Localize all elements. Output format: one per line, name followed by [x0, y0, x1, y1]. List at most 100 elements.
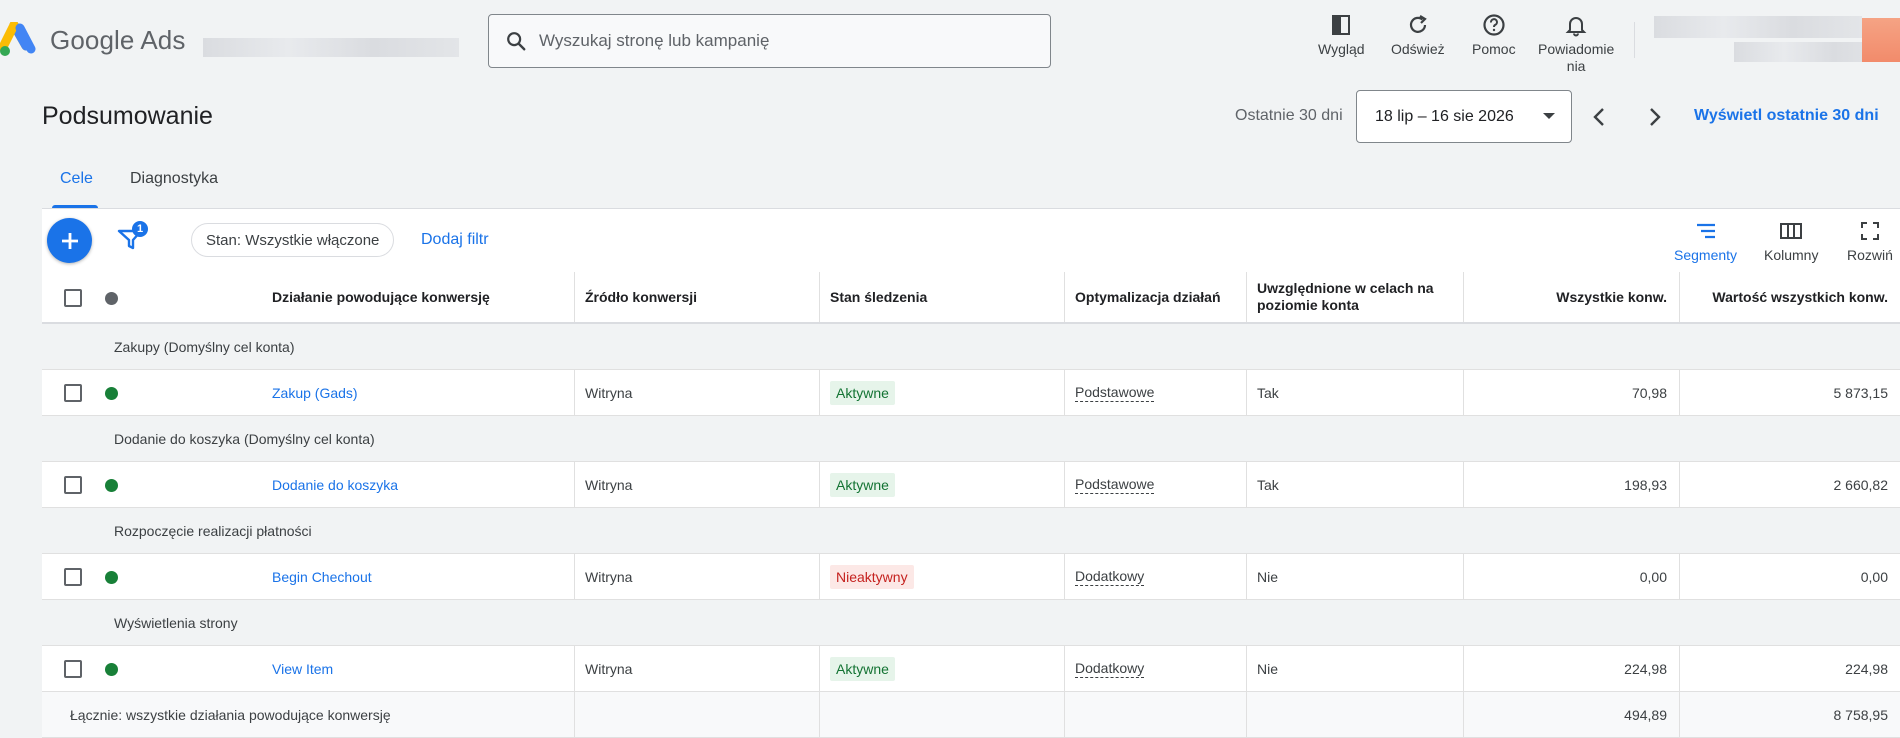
page-title: Podsumowanie [42, 102, 213, 130]
group-title: Dodanie do koszyka (Domyślny cel konta) [114, 430, 375, 447]
conversion-action-link[interactable]: Dodanie do koszyka [272, 462, 398, 507]
header-source[interactable]: Źródło konwersji [574, 272, 819, 322]
avatar[interactable] [1862, 18, 1900, 62]
status-badge: Aktywne [830, 472, 895, 497]
bell-icon [1565, 17, 1587, 37]
total-all-conversions: 494,89 [1463, 692, 1679, 737]
table-row[interactable]: Begin Chechout Witryna Nieaktywny Dodatk… [42, 554, 1900, 600]
value-cell: 0,00 [1679, 554, 1900, 599]
tracking-cell: Aktywne [819, 646, 1064, 691]
row-checkbox[interactable] [64, 568, 82, 586]
appearance-button[interactable]: Wygląd [1318, 12, 1365, 58]
date-range-label: Ostatnie 30 dni [1235, 107, 1343, 124]
tracking-cell: Nieaktywny [819, 554, 1064, 599]
plus-icon [61, 232, 78, 249]
optimization-cell: Podstawowe [1064, 370, 1246, 415]
optimization-value[interactable]: Dodatkowy [1075, 567, 1145, 586]
included-cell: Nie [1246, 646, 1463, 691]
included-cell: Nie [1246, 554, 1463, 599]
optimization-value[interactable]: Dodatkowy [1075, 659, 1145, 678]
optimization-value[interactable]: Podstawowe [1075, 475, 1155, 494]
header-included-line1: Uwzględnione w celach na [1257, 280, 1434, 296]
row-checkbox[interactable] [64, 384, 82, 402]
search-input[interactable] [539, 31, 1019, 51]
appearance-label: Wygląd [1318, 41, 1365, 57]
google-ads-logo[interactable]: Google Ads [0, 22, 185, 58]
table-row[interactable]: Zakup (Gads) Witryna Aktywne Podstawowe … [42, 370, 1900, 416]
tracking-cell: Aktywne [819, 370, 1064, 415]
source-cell: Witryna [574, 554, 819, 599]
group-row: Wyświetlenia strony [42, 600, 1900, 646]
google-ads-logo-icon [0, 22, 36, 56]
header-all-conversions[interactable]: Wszystkie konw. [1463, 272, 1679, 322]
add-button[interactable] [47, 218, 92, 263]
notifications-label-1: Powiadomie [1538, 41, 1615, 57]
table-row[interactable]: Dodanie do koszyka Witryna Aktywne Podst… [42, 462, 1900, 508]
row-checkbox[interactable] [64, 476, 82, 494]
view-last-30-days-link[interactable]: Wyświetl ostatnie 30 dni [1694, 107, 1879, 125]
group-title: Rozpoczęcie realizacji płatności [114, 522, 312, 539]
table-header-row: Działanie powodujące konwersję Źródło ko… [42, 272, 1900, 324]
header-tracking[interactable]: Stan śledzenia [819, 272, 1064, 322]
source-cell: Witryna [574, 462, 819, 507]
next-period-icon[interactable] [1640, 103, 1668, 131]
fullscreen-icon [1860, 222, 1879, 240]
account-info-blurred [203, 38, 459, 57]
conversion-action-link[interactable]: Begin Chechout [272, 554, 372, 599]
included-cell: Tak [1246, 370, 1463, 415]
date-range-picker[interactable]: 18 lip – 16 sie 2026 [1356, 90, 1572, 143]
table-row[interactable]: View Item Witryna Aktywne Dodatkowy Nie … [42, 646, 1900, 692]
tracking-cell: Aktywne [819, 462, 1064, 507]
date-range-value: 18 lip – 16 sie 2026 [1375, 107, 1514, 125]
header-all-conversions-value[interactable]: Wartość wszystkich konw. [1679, 272, 1900, 322]
help-button[interactable]: Pomoc [1472, 12, 1516, 58]
conversion-action-link[interactable]: View Item [272, 646, 333, 691]
columns-label: Kolumny [1764, 247, 1819, 263]
segments-label: Segmenty [1674, 247, 1738, 263]
all-conversions-cell: 224,98 [1463, 646, 1679, 691]
search-icon [507, 32, 526, 51]
top-bar: Google Ads Wygląd Odśwież Pomoc Powiadom… [0, 0, 1900, 82]
segments-icon [1696, 223, 1715, 239]
conversions-table: Działanie powodujące konwersję Źródło ko… [42, 272, 1900, 738]
row-checkbox[interactable] [64, 660, 82, 678]
status-badge: Nieaktywny [830, 564, 914, 589]
header-included[interactable]: Uwzględnione w celach na poziomie konta [1246, 272, 1463, 322]
conversion-action-link[interactable]: Zakup (Gads) [272, 370, 358, 415]
tab-diagnostics[interactable]: Diagnostyka [130, 170, 218, 188]
status-filter-chip[interactable]: Stan: Wszystkie włączone [191, 223, 395, 257]
header-action[interactable]: Działanie powodujące konwersję [272, 272, 490, 322]
expand-button[interactable]: Rozwiń [1847, 219, 1893, 263]
header-optimization[interactable]: Optymalizacja działań [1064, 272, 1246, 322]
filter-count-badge: 1 [132, 221, 148, 237]
notifications-label-2: nia [1566, 58, 1586, 74]
segments-button[interactable]: Segmenty [1674, 219, 1737, 263]
add-filter-link[interactable]: Dodaj filtr [421, 231, 489, 249]
tab-goals[interactable]: Cele [60, 170, 93, 188]
status-dot-icon [105, 479, 118, 492]
user-account-blurred[interactable] [1654, 16, 1862, 38]
group-row: Zakupy (Domyślny cel konta) [42, 324, 1900, 370]
status-dot-icon [105, 571, 118, 584]
value-cell: 5 873,15 [1679, 370, 1900, 415]
optimization-cell: Dodatkowy [1064, 646, 1246, 691]
refresh-button[interactable]: Odśwież [1391, 12, 1445, 58]
source-cell: Witryna [574, 646, 819, 691]
columns-button[interactable]: Kolumny [1764, 219, 1818, 263]
select-all-checkbox[interactable] [64, 289, 82, 307]
optimization-value[interactable]: Podstawowe [1075, 383, 1155, 402]
refresh-label: Odśwież [1391, 41, 1445, 57]
dropdown-caret-icon [1543, 113, 1555, 119]
previous-period-icon[interactable] [1586, 103, 1614, 131]
status-dot-icon [105, 663, 118, 676]
optimization-cell: Podstawowe [1064, 462, 1246, 507]
notifications-button[interactable]: Powiadomie nia [1538, 12, 1614, 75]
help-label: Pomoc [1472, 41, 1516, 57]
status-dot-icon [105, 387, 118, 400]
source-cell: Witryna [574, 370, 819, 415]
columns-icon [1780, 223, 1803, 239]
product-name: Google Ads [50, 24, 186, 55]
search-box[interactable] [488, 14, 1051, 68]
appearance-icon [1332, 15, 1351, 35]
total-label: Łącznie: wszystkie działania powodujące … [70, 706, 391, 723]
